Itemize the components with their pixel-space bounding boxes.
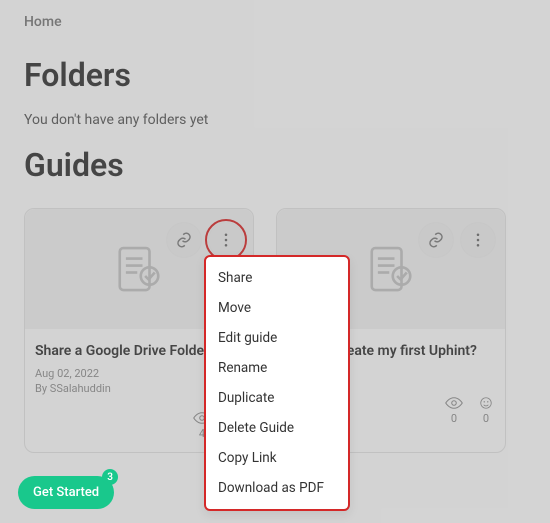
- menu-download-pdf[interactable]: Download as PDF: [206, 473, 348, 503]
- menu-duplicate[interactable]: Duplicate: [206, 383, 348, 413]
- guides-heading: Guides: [24, 146, 526, 184]
- face-icon: [477, 396, 495, 410]
- eye-icon: [445, 396, 463, 410]
- menu-copy-link[interactable]: Copy Link: [206, 443, 348, 473]
- get-started-label: Get Started: [33, 485, 99, 500]
- reactions-stat: 0: [477, 396, 495, 425]
- document-check-icon: [111, 241, 167, 297]
- copy-link-button[interactable]: [419, 223, 453, 257]
- kebab-menu-icon: [469, 231, 487, 249]
- kebab-menu-icon: [217, 231, 235, 249]
- views-count: 0: [451, 412, 457, 425]
- menu-edit-guide[interactable]: Edit guide: [206, 323, 348, 353]
- context-menu: Share Move Edit guide Rename Duplicate D…: [204, 255, 350, 511]
- views-stat: 0: [445, 396, 463, 425]
- menu-move[interactable]: Move: [206, 293, 348, 323]
- get-started-button[interactable]: Get Started 3: [18, 476, 114, 509]
- link-icon: [427, 231, 445, 249]
- menu-share[interactable]: Share: [206, 263, 348, 293]
- menu-delete[interactable]: Delete Guide: [206, 413, 348, 443]
- get-started-badge: 3: [102, 469, 118, 485]
- reactions-count: 0: [483, 412, 489, 425]
- folders-heading: Folders: [24, 56, 526, 94]
- breadcrumb[interactable]: Home: [24, 14, 526, 30]
- more-options-button[interactable]: [461, 223, 495, 257]
- document-check-icon: [363, 241, 419, 297]
- copy-link-button[interactable]: [167, 223, 201, 257]
- more-options-button[interactable]: [209, 223, 243, 257]
- link-icon: [175, 231, 193, 249]
- menu-rename[interactable]: Rename: [206, 353, 348, 383]
- folders-empty-text: You don't have any folders yet: [24, 112, 526, 128]
